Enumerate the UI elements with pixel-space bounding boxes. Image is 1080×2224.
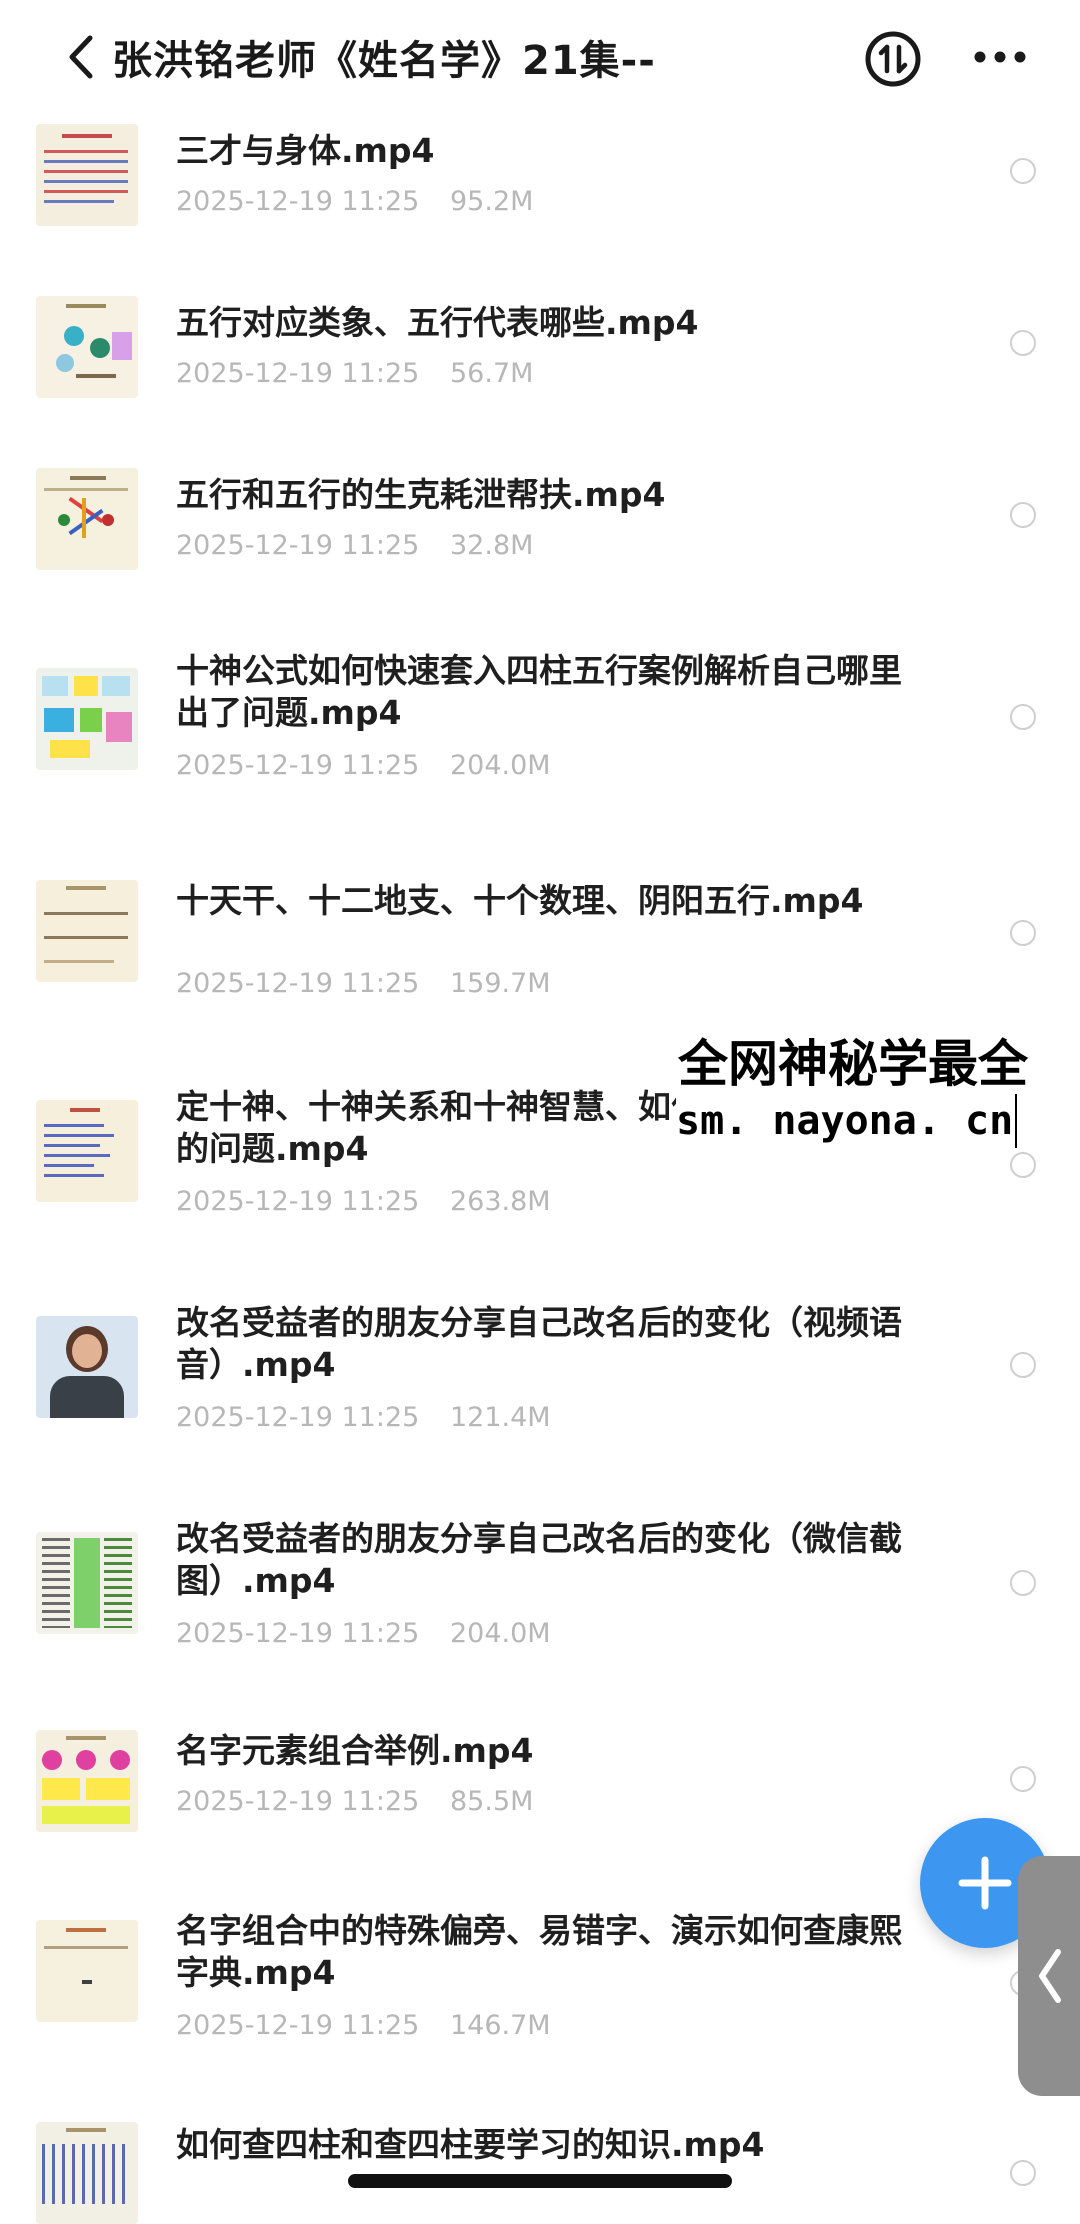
file-date: 2025-12-19 11:25: [176, 186, 420, 217]
file-size: 95.2M: [450, 186, 534, 217]
video-thumbnail: [36, 468, 138, 570]
file-name: 改名受益者的朋友分享自己改名后的变化（视频语音）.mp4: [176, 1303, 902, 1384]
video-thumbnail: [36, 124, 138, 226]
select-radio[interactable]: [1010, 920, 1036, 946]
page-title: 张洪铭老师《姓名学》21集--: [112, 38, 656, 84]
top-bar: 张洪铭老师《姓名学》21集--: [0, 0, 1080, 118]
file-date: 2025-12-19 11:25: [176, 358, 420, 389]
file-size: 159.7M: [450, 968, 551, 999]
sort-arrows-icon[interactable]: [864, 30, 922, 88]
video-thumbnail: [36, 1100, 138, 1202]
file-date: 2025-12-19 11:25: [176, 530, 420, 561]
list-item[interactable]: 五行和五行的生克耗泄帮扶.mp4 2025-12-19 11:25 32.8M: [0, 464, 1080, 582]
file-name: 五行对应类象、五行代表哪些.mp4: [176, 303, 699, 342]
file-size: 85.5M: [450, 1786, 534, 1817]
file-name: 十神公式如何快速套入四柱五行案例解析自己哪里出了问题.mp4: [176, 651, 902, 732]
watermark-text: 全网神秘学最全: [676, 1034, 1030, 1094]
list-item[interactable]: 十神公式如何快速套入四柱五行案例解析自己哪里出了问题.mp4 2025-12-1…: [0, 650, 1080, 800]
list-item[interactable]: 改名受益者的朋友分享自己改名后的变化（微信截图）.mp4 2025-12-19 …: [0, 1518, 1080, 1668]
file-size: 146.7M: [450, 2010, 551, 2041]
side-drawer-handle[interactable]: [1018, 1856, 1080, 2096]
file-date: 2025-12-19 11:25: [176, 1786, 420, 1817]
file-date: 2025-12-19 11:25: [176, 750, 420, 781]
file-name: 十天干、十二地支、十个数理、阴阳五行.mp4: [176, 881, 864, 920]
list-item[interactable]: 改名受益者的朋友分享自己改名后的变化（视频语音）.mp4 2025-12-19 …: [0, 1302, 1080, 1452]
watermark-url: sm. nayona. cn: [676, 1094, 1018, 1148]
chevron-left-icon: [1039, 1949, 1061, 2003]
list-item[interactable]: 五行对应类象、五行代表哪些.mp4 2025-12-19 11:25 56.7M: [0, 292, 1080, 410]
select-radio[interactable]: [1010, 1152, 1036, 1178]
file-date: 2025-12-19 11:25: [176, 1618, 420, 1649]
file-name: 改名受益者的朋友分享自己改名后的变化（微信截图）.mp4: [176, 1519, 902, 1600]
chevron-left-icon[interactable]: [62, 30, 102, 84]
file-size: 56.7M: [450, 358, 534, 389]
list-item[interactable]: 三才与身体.mp4 2025-12-19 11:25 95.2M: [0, 120, 1080, 238]
select-radio[interactable]: [1010, 1352, 1036, 1378]
select-radio[interactable]: [1010, 704, 1036, 730]
file-date: 2025-12-19 11:25: [176, 1186, 420, 1217]
file-size: 204.0M: [450, 750, 551, 781]
file-date: 2025-12-19 11:25: [176, 2010, 420, 2041]
file-name: 三才与身体.mp4: [176, 131, 435, 170]
file-name: 名字元素组合举例.mp4: [176, 1731, 534, 1770]
file-date: 2025-12-19 11:25: [176, 968, 420, 999]
select-radio[interactable]: [1010, 330, 1036, 356]
file-name: 如何查四柱和查四柱要学习的知识.mp4: [176, 2125, 765, 2164]
file-size: 32.8M: [450, 530, 534, 561]
file-date: 2025-12-19 11:25: [176, 1402, 420, 1433]
video-thumbnail: [36, 880, 138, 982]
video-thumbnail: [36, 1730, 138, 1832]
file-size: 204.0M: [450, 1618, 551, 1649]
list-item[interactable]: 名字元素组合举例.mp4 2025-12-19 11:25 85.5M: [0, 1730, 1080, 1848]
select-radio[interactable]: [1010, 1766, 1036, 1792]
video-thumbnail: [36, 1316, 138, 1418]
video-thumbnail: [36, 668, 138, 770]
file-size: 263.8M: [450, 1186, 551, 1217]
file-name: 名字组合中的特殊偏旁、易错字、演示如何查康熙字典.mp4: [176, 1911, 902, 1992]
list-item[interactable]: 十天干、十二地支、十个数理、阴阳五行.mp4 2025-12-19 11:25 …: [0, 880, 1080, 1010]
video-thumbnail: [36, 296, 138, 398]
select-radio[interactable]: [1010, 158, 1036, 184]
more-dots-icon[interactable]: [972, 48, 1028, 66]
video-thumbnail: [36, 2122, 138, 2224]
file-name: 五行和五行的生克耗泄帮扶.mp4: [176, 475, 666, 514]
select-radio[interactable]: [1010, 502, 1036, 528]
home-indicator: [348, 2174, 732, 2188]
select-radio[interactable]: [1010, 2160, 1036, 2186]
video-thumbnail: [36, 1532, 138, 1634]
video-thumbnail: [36, 1920, 138, 2022]
file-size: 121.4M: [450, 1402, 551, 1433]
list-item[interactable]: 名字组合中的特殊偏旁、易错字、演示如何查康熙字典.mp4 2025-12-19 …: [0, 1910, 1080, 2060]
select-radio[interactable]: [1010, 1570, 1036, 1596]
